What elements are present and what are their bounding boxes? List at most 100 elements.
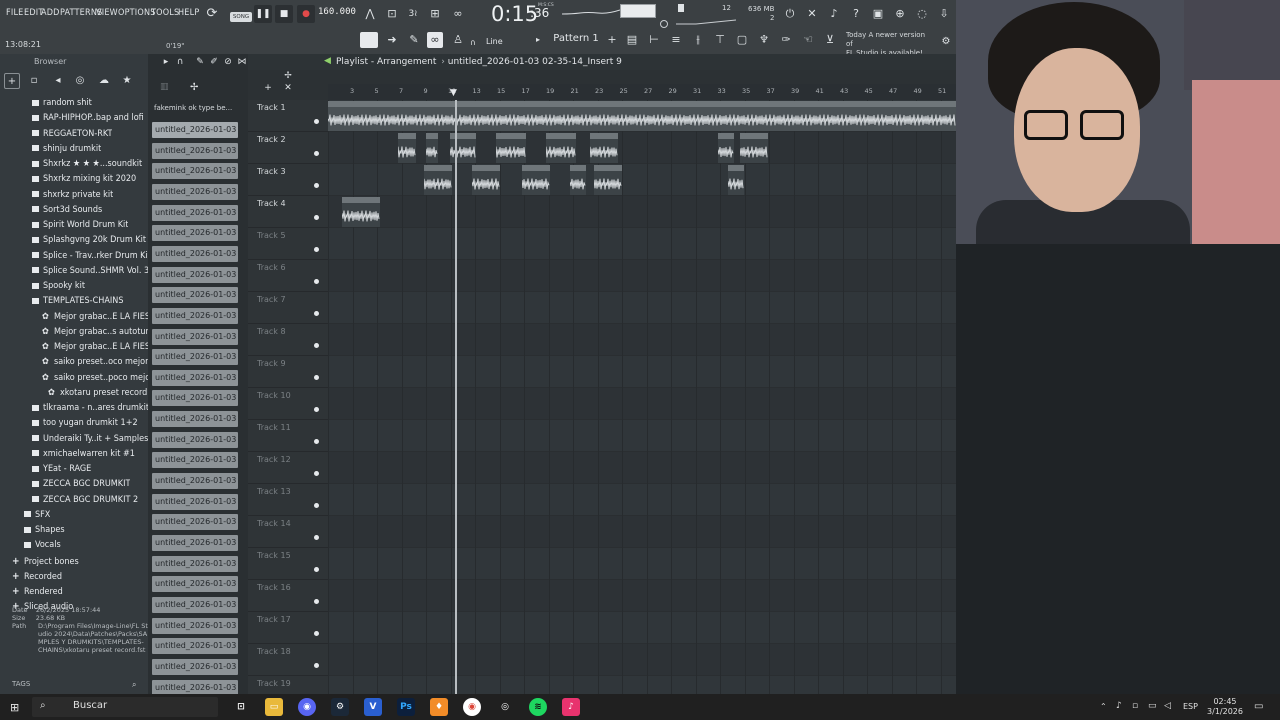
audio-clip[interactable]: un..9 bbox=[740, 133, 768, 163]
clip-source-item[interactable]: untitled_2026-01-03 02-... bbox=[152, 204, 238, 221]
clip-source-item[interactable]: untitled_2026-01-03 02-... bbox=[152, 617, 238, 634]
track-mute-button[interactable] bbox=[314, 599, 319, 604]
menu-file[interactable]: FILE bbox=[6, 8, 23, 18]
browser-tree-item[interactable]: Splice Sound..SHMR Vol. 3 bbox=[32, 264, 149, 279]
track-lane[interactable] bbox=[328, 548, 956, 580]
track-header[interactable]: Track 11 bbox=[248, 420, 328, 452]
track-header[interactable]: Track 16 bbox=[248, 580, 328, 612]
browser-tree-item[interactable]: ZECCA BGC DRUMKIT bbox=[32, 477, 130, 492]
audio-clip[interactable]: un..9 bbox=[398, 133, 416, 163]
menu-add[interactable]: ADD bbox=[41, 8, 60, 18]
windows-start-icon[interactable]: ⊞ bbox=[10, 701, 19, 714]
browser-back-icon[interactable]: ◂ bbox=[50, 73, 66, 89]
audio-clip[interactable]: un..9 bbox=[522, 165, 550, 195]
loop-record-icon[interactable]: ∞ bbox=[450, 6, 466, 22]
audio-clip[interactable]: un..9 bbox=[718, 133, 734, 163]
save-icon[interactable]: ▣ bbox=[870, 6, 886, 22]
track-header[interactable]: Track 1 bbox=[248, 100, 328, 132]
fl-studio-icon[interactable]: ♦ bbox=[430, 698, 448, 716]
track-lane[interactable] bbox=[328, 516, 956, 548]
tempo-display[interactable]: 160.000 bbox=[318, 7, 356, 21]
clip-source-item[interactable]: untitled_2026-01-03 02-... bbox=[152, 658, 238, 675]
clip-source-item[interactable]: untitled_2026-01-03 02-... bbox=[152, 555, 238, 572]
track-mute-button[interactable] bbox=[314, 119, 319, 124]
browser-file-icon[interactable]: ▫ bbox=[26, 73, 42, 89]
clip-source-item[interactable]: untitled_2026-01-03 02-... bbox=[152, 245, 238, 262]
add-pattern-icon[interactable]: + bbox=[604, 32, 620, 48]
track-header[interactable]: Track 3 bbox=[248, 164, 328, 196]
clip-source-item[interactable]: untitled_2026-01-03 02-... bbox=[152, 328, 238, 345]
snap-selector[interactable]: Line bbox=[486, 37, 503, 46]
browser-tree-item[interactable]: Spirit World Drum Kit bbox=[32, 218, 128, 233]
task-view-icon[interactable]: ⊡ bbox=[232, 698, 250, 716]
clip-source-item[interactable]: untitled_2026-01-03 02-... bbox=[152, 473, 238, 490]
obs-icon[interactable]: ◎ bbox=[496, 698, 514, 716]
browser-tree-item[interactable]: Shxrkz ★ ★ ★...soundkit bbox=[32, 157, 142, 172]
track-mute-button[interactable] bbox=[314, 215, 319, 220]
playlist-snap-icon[interactable]: ∩ bbox=[172, 54, 188, 70]
track-lane[interactable] bbox=[328, 196, 956, 228]
photoshop-icon[interactable]: Ps bbox=[397, 698, 415, 716]
audio-clip[interactable]: un..9 bbox=[426, 133, 438, 163]
browser-tree-item[interactable]: Shxrkz mixing kit 2020 bbox=[32, 172, 136, 187]
clip-source-item[interactable]: untitled_2026-01-03 02-... bbox=[152, 122, 238, 138]
pattern-selector[interactable]: Pattern 1 bbox=[545, 33, 607, 48]
magnet-icon[interactable]: ∩ bbox=[470, 38, 476, 47]
browser-tree-item[interactable]: random shit bbox=[32, 96, 92, 111]
track-header[interactable]: Track 2 bbox=[248, 132, 328, 164]
playlist-play-icon[interactable]: ◀ bbox=[324, 56, 331, 66]
browser-tree-item[interactable]: + Recorded bbox=[12, 569, 62, 584]
browser-tree-item[interactable]: Spooky kit bbox=[32, 279, 85, 294]
track-mute-button[interactable] bbox=[314, 343, 319, 348]
clip-source-item[interactable]: untitled_2026-01-03 02-... bbox=[152, 390, 238, 407]
clip-source-item[interactable]: untitled_2026-01-03 02-... bbox=[152, 349, 238, 366]
menu-options[interactable]: OPTIONS bbox=[118, 8, 156, 18]
power-icon[interactable]: ⏻ bbox=[782, 6, 798, 22]
browser-tree-item[interactable]: ZECCA BGC DRUMKIT 2 bbox=[32, 493, 138, 508]
clip-list-move-icon[interactable]: ✢ bbox=[190, 82, 198, 93]
tray-network-icon[interactable]: ▭ bbox=[1148, 701, 1157, 711]
browser-tree-item[interactable]: ✿ Mejor grabac..E LA FIESTA bbox=[42, 310, 160, 325]
track-lane[interactable] bbox=[328, 260, 956, 292]
stamp-icon[interactable]: ♙ bbox=[450, 32, 466, 48]
track-lane[interactable] bbox=[328, 676, 956, 694]
browser-tree-item[interactable]: ✿ saiko preset..oco mejor v2 bbox=[42, 355, 161, 370]
clip-source-item[interactable]: untitled_2026-01-03 02-... bbox=[152, 596, 238, 613]
track-header[interactable]: Track 5 bbox=[248, 228, 328, 260]
track-header[interactable]: Track 4 bbox=[248, 196, 328, 228]
browser-cloud-icon[interactable]: ☁ bbox=[96, 73, 112, 89]
browser-tree-item[interactable]: ✿ saiko preset..poco mejor bbox=[42, 371, 154, 386]
channel-rack-icon[interactable]: ⊢ bbox=[646, 32, 662, 48]
plugin-icon[interactable]: ⊕ bbox=[892, 6, 908, 22]
browser-tree-item[interactable]: Sort3d Sounds bbox=[32, 203, 102, 218]
arrangement-grid[interactable]: fakemink ok type beat - wisdom un..9 un..9… bbox=[328, 100, 956, 694]
browser-tree-item[interactable]: tlkraama - n..ares drumkit bbox=[32, 401, 149, 416]
track-lane[interactable] bbox=[328, 132, 956, 164]
clip-source-item[interactable]: untitled_2026-01-03 02-... bbox=[152, 493, 238, 510]
track-mute-button[interactable] bbox=[314, 311, 319, 316]
master-pitch-knob[interactable] bbox=[660, 20, 668, 28]
chrome-icon[interactable]: ◉ bbox=[463, 698, 481, 716]
tray-language[interactable]: ESP bbox=[1183, 702, 1198, 711]
track-mute-button[interactable] bbox=[314, 567, 319, 572]
browser-tree-item[interactable]: + Rendered bbox=[12, 584, 63, 599]
browser-tree-item[interactable]: ✿ Mejor grabac..E LA FIESTA bbox=[42, 340, 160, 355]
tray-app-icon[interactable]: ▫ bbox=[1132, 701, 1138, 711]
browser-tree-item[interactable]: YEat - RAGE bbox=[32, 462, 91, 477]
clip-source-item[interactable]: untitled_2026-01-03 02-... bbox=[152, 142, 238, 159]
playlist-move-icon[interactable]: ✢ bbox=[280, 68, 296, 84]
refresh-icon[interactable]: ⟳ bbox=[204, 6, 220, 22]
track-lane[interactable] bbox=[328, 484, 956, 516]
clip-source-item[interactable]: untitled_2026-01-03 02-... bbox=[152, 411, 238, 428]
audio-clip[interactable]: un..9 bbox=[570, 165, 586, 195]
notification-icon[interactable]: ▭ bbox=[1254, 701, 1263, 712]
countdown-icon[interactable]: 3≀ bbox=[405, 6, 421, 22]
audio-clip[interactable]: un..9 bbox=[594, 165, 622, 195]
audio-clip[interactable]: un..9 bbox=[728, 165, 744, 195]
track-lane[interactable] bbox=[328, 356, 956, 388]
piano-roll-icon[interactable] bbox=[360, 32, 378, 48]
play-button[interactable]: ❚❚ bbox=[254, 5, 272, 23]
track-mute-button[interactable] bbox=[314, 183, 319, 188]
audio-clip[interactable]: fakemink ok type beat - wisdom bbox=[328, 101, 956, 131]
track-header[interactable]: Track 15 bbox=[248, 548, 328, 580]
